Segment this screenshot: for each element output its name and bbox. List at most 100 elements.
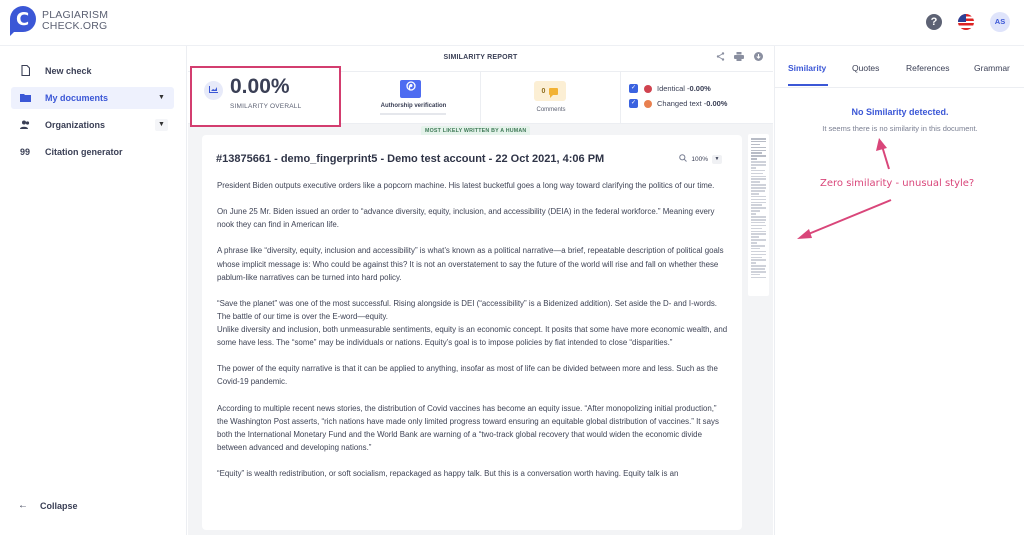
minimap-line — [751, 259, 766, 261]
paragraph: “Equity” is wealth redistribution, or so… — [217, 469, 679, 479]
legend-changed-text[interactable]: ✓ Changed text - 0.00% — [629, 96, 727, 111]
checkbox-identical[interactable]: ✓ — [629, 84, 638, 93]
logo[interactable]: C PLAGIARISM CHECK.ORG — [10, 6, 108, 36]
logo-text: PLAGIARISM CHECK.ORG — [42, 9, 109, 32]
sidebar-item-label: Organizations — [45, 120, 106, 130]
user-avatar[interactable]: AS — [990, 12, 1010, 32]
legend-label: Identical - — [657, 84, 690, 93]
comments-label: Comments — [536, 107, 566, 113]
minimap-line — [751, 195, 766, 198]
search-zoom-icon — [679, 154, 688, 164]
minimap-line — [751, 201, 766, 204]
collapse-label: Collapse — [40, 500, 78, 511]
share-icon[interactable] — [715, 52, 725, 63]
minimap-line — [751, 152, 762, 155]
authorship-verification[interactable]: Authorship verification — [346, 72, 481, 124]
download-icon[interactable] — [753, 52, 763, 63]
minimap-line — [751, 143, 760, 146]
zoom-control[interactable]: 100% ▼ — [679, 154, 722, 164]
help-icon[interactable]: ? — [926, 14, 942, 30]
comments-card[interactable]: 0 Comments — [481, 72, 621, 124]
tab-grammar[interactable]: Grammar — [974, 63, 1010, 73]
comments-count: 0 — [541, 87, 546, 95]
logo-icon: C — [10, 6, 36, 36]
sidebar: New check My documents ▼ Organizations ▼… — [0, 46, 187, 535]
minimap-line — [751, 207, 766, 209]
minimap-line — [751, 276, 766, 279]
chart-icon — [204, 81, 223, 100]
paragraph: According to multiple recent news storie… — [217, 403, 719, 452]
users-icon — [18, 120, 32, 131]
results-tabs: Similarity Quotes References Grammar — [775, 46, 1024, 88]
minimap-line — [751, 172, 763, 175]
minimap-line — [751, 250, 766, 253]
minimap-line — [751, 161, 766, 163]
stats-bar: 0.00% SIMILARITY OVERALL Authorship veri… — [188, 66, 773, 127]
print-icon[interactable] — [734, 52, 744, 63]
minimap-line — [751, 146, 766, 149]
file-icon — [18, 64, 32, 78]
top-bar: C PLAGIARISM CHECK.ORG ? AS — [0, 0, 1024, 46]
similarity-label: SIMILARITY OVERALL — [230, 103, 302, 110]
minimap-line — [751, 236, 759, 238]
empty-state-subtitle: It seems there is no similarity in this … — [822, 124, 978, 133]
sidebar-item-my-documents[interactable]: My documents ▼ — [11, 87, 174, 109]
sidebar-item-citation-generator[interactable]: 99 Citation generator — [11, 141, 174, 163]
checkbox-changed-text[interactable]: ✓ — [629, 99, 638, 108]
arrow-left-icon: ← — [18, 500, 28, 511]
minimap-line — [751, 158, 757, 160]
us-flag-language-icon[interactable] — [958, 14, 974, 30]
minimap-line — [751, 242, 757, 244]
minimap-line — [751, 218, 766, 221]
legend-identical[interactable]: ✓ Identical - 0.00% — [629, 81, 727, 96]
minimap-line — [751, 262, 756, 264]
match-legend: ✓ Identical - 0.00% ✓ Changed text - 0.0… — [629, 81, 727, 111]
minimap-line — [751, 216, 766, 218]
sidebar-item-organizations[interactable]: Organizations ▼ — [11, 114, 174, 136]
report-title: SIMILARITY REPORT — [443, 54, 518, 61]
sidebar-item-new-check[interactable]: New check — [11, 60, 174, 82]
minimap-line — [751, 256, 762, 259]
paragraph: A phrase like “diversity, equity, inclus… — [217, 246, 724, 282]
minimap-line — [751, 181, 760, 183]
sidebar-item-label: Citation generator — [45, 147, 123, 157]
legend-value: 0.00% — [706, 99, 728, 108]
minimap-line — [751, 268, 765, 270]
minimap-line — [751, 192, 759, 195]
tab-similarity[interactable]: Similarity — [788, 63, 826, 73]
folder-icon — [18, 93, 32, 104]
sidebar-item-label: New check — [45, 66, 92, 76]
annotation-text: Zero similarity - unusual style? — [820, 178, 975, 189]
paragraph: President Biden outputs executive orders… — [217, 181, 715, 190]
paragraph: Unlike diversity and inclusion, both unm… — [217, 325, 728, 348]
minimap-line — [751, 155, 766, 157]
paragraph: “Save the planet” was one of the most su… — [217, 298, 717, 321]
report-area: SIMILARITY REPORT 0.00% SIMILARITY OVERA… — [188, 46, 773, 535]
authorship-icon[interactable] — [400, 80, 421, 98]
chevron-down-icon[interactable]: ▼ — [712, 154, 722, 164]
tab-references[interactable]: References — [906, 63, 949, 73]
zoom-value: 100% — [691, 155, 708, 163]
chevron-down-icon[interactable]: ▼ — [155, 92, 168, 104]
minimap-line — [751, 140, 766, 143]
authorship-label: Authorship verification — [380, 103, 447, 109]
identical-dot-icon — [644, 84, 652, 93]
minimap-line — [751, 204, 762, 207]
minimap-line — [751, 227, 762, 230]
minimap-line — [751, 230, 766, 233]
minimap-line — [751, 224, 766, 227]
minimap-line — [751, 273, 760, 276]
tab-quotes[interactable]: Quotes — [852, 63, 879, 73]
empty-state-title: No Similarity detected. — [851, 107, 949, 117]
collapse-button[interactable]: ← Collapse — [18, 500, 78, 511]
document-minimap[interactable] — [748, 134, 769, 296]
minimap-line — [751, 239, 766, 241]
minimap-line — [751, 221, 765, 224]
minimap-line — [751, 138, 766, 140]
minimap-line — [751, 187, 766, 189]
authorship-underline — [380, 113, 446, 115]
chevron-down-icon[interactable]: ▼ — [155, 119, 168, 131]
similarity-overall-card: 0.00% SIMILARITY OVERALL — [190, 66, 341, 127]
comment-icon — [549, 87, 559, 98]
comments-badge[interactable]: 0 — [534, 81, 566, 101]
